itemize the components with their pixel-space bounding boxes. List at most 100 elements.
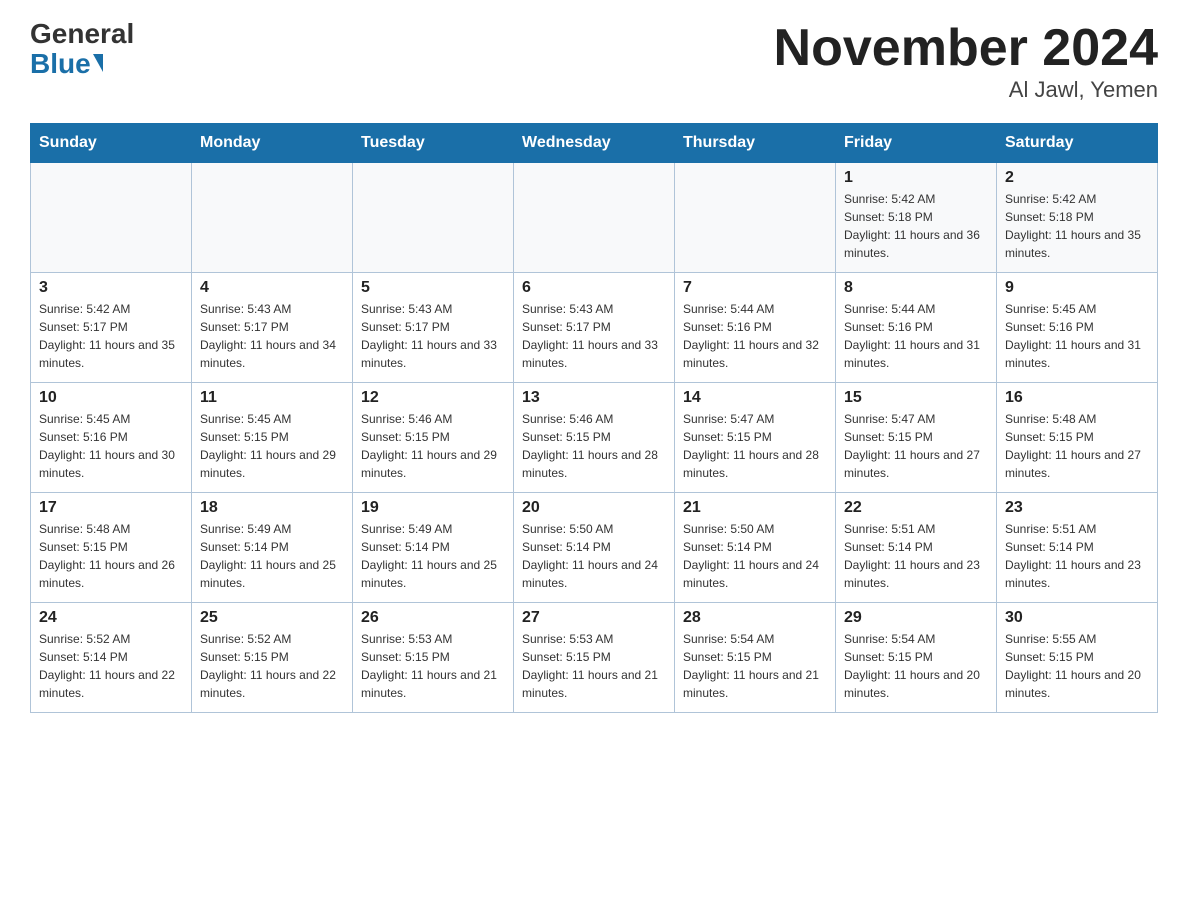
day-sun-info: Sunrise: 5:42 AM Sunset: 5:18 PM Dayligh… (1005, 190, 1149, 262)
day-sun-info: Sunrise: 5:53 AM Sunset: 5:15 PM Dayligh… (522, 630, 666, 702)
calendar-day-cell: 18Sunrise: 5:49 AM Sunset: 5:14 PM Dayli… (192, 493, 353, 603)
day-number: 10 (39, 389, 183, 407)
calendar-day-cell: 10 Sunrise: 5:45 AM Sunset: 5:16 PM Dayli… (31, 383, 192, 493)
day-sun-info: Sunrise: 5:51 AM Sunset: 5:14 PM Dayligh… (1005, 520, 1149, 592)
day-of-week-header: Sunday (31, 124, 192, 163)
day-number: 22 (844, 499, 988, 517)
day-number: 30 (1005, 609, 1149, 627)
calendar-week-row: 1 Sunrise: 5:42 AM Sunset: 5:18 PM Daylig… (31, 163, 1158, 273)
day-number: 5 (361, 279, 505, 297)
logo-triangle-icon (93, 54, 103, 72)
calendar-day-cell: 8 Sunrise: 5:44 AM Sunset: 5:16 PM Daylig… (836, 273, 997, 383)
calendar-day-cell: 4 Sunrise: 5:43 AM Sunset: 5:17 PM Daylig… (192, 273, 353, 383)
calendar-table: SundayMondayTuesdayWednesdayThursdayFrid… (30, 123, 1158, 713)
day-number: 15 (844, 389, 988, 407)
calendar-day-cell: 15Sunrise: 5:47 AM Sunset: 5:15 PM Dayli… (836, 383, 997, 493)
day-of-week-header: Tuesday (353, 124, 514, 163)
day-sun-info: Sunrise: 5:46 AM Sunset: 5:15 PM Dayligh… (361, 410, 505, 482)
day-sun-info: Sunrise: 5:47 AM Sunset: 5:15 PM Dayligh… (683, 410, 827, 482)
calendar-day-cell: 21 Sunrise: 5:50 AM Sunset: 5:14 PM Dayli… (675, 493, 836, 603)
calendar-week-row: 24Sunrise: 5:52 AM Sunset: 5:14 PM Dayli… (31, 603, 1158, 713)
calendar-day-cell: 13 Sunrise: 5:46 AM Sunset: 5:15 PM Dayli… (514, 383, 675, 493)
day-number: 16 (1005, 389, 1149, 407)
day-number: 18 (200, 499, 344, 517)
calendar-day-cell: 30 Sunrise: 5:55 AM Sunset: 5:15 PM Dayli… (997, 603, 1158, 713)
day-sun-info: Sunrise: 5:48 AM Sunset: 5:15 PM Dayligh… (1005, 410, 1149, 482)
calendar-day-cell (514, 163, 675, 273)
day-sun-info: Sunrise: 5:43 AM Sunset: 5:17 PM Dayligh… (200, 300, 344, 372)
day-sun-info: Sunrise: 5:44 AM Sunset: 5:16 PM Dayligh… (844, 300, 988, 372)
calendar-day-cell: 6Sunrise: 5:43 AM Sunset: 5:17 PM Daylig… (514, 273, 675, 383)
day-number: 1 (844, 169, 988, 187)
day-number: 28 (683, 609, 827, 627)
day-sun-info: Sunrise: 5:50 AM Sunset: 5:14 PM Dayligh… (683, 520, 827, 592)
calendar-day-cell: 16 Sunrise: 5:48 AM Sunset: 5:15 PM Dayli… (997, 383, 1158, 493)
calendar-day-cell: 3 Sunrise: 5:42 AM Sunset: 5:17 PM Daylig… (31, 273, 192, 383)
day-sun-info: Sunrise: 5:51 AM Sunset: 5:14 PM Dayligh… (844, 520, 988, 592)
day-sun-info: Sunrise: 5:42 AM Sunset: 5:17 PM Dayligh… (39, 300, 183, 372)
day-sun-info: Sunrise: 5:45 AM Sunset: 5:15 PM Dayligh… (200, 410, 344, 482)
logo-general-text: General (30, 20, 134, 48)
day-sun-info: Sunrise: 5:50 AM Sunset: 5:14 PM Dayligh… (522, 520, 666, 592)
day-of-week-header: Wednesday (514, 124, 675, 163)
calendar-day-cell: 1Sunrise: 5:42 AM Sunset: 5:18 PM Daylig… (836, 163, 997, 273)
day-number: 3 (39, 279, 183, 297)
day-sun-info: Sunrise: 5:52 AM Sunset: 5:15 PM Dayligh… (200, 630, 344, 702)
title-area: November 2024 Al Jawl, Yemen (774, 20, 1158, 103)
day-sun-info: Sunrise: 5:43 AM Sunset: 5:17 PM Dayligh… (361, 300, 505, 372)
calendar-day-cell: 5 Sunrise: 5:43 AM Sunset: 5:17 PM Daylig… (353, 273, 514, 383)
day-number: 26 (361, 609, 505, 627)
day-sun-info: Sunrise: 5:49 AM Sunset: 5:14 PM Dayligh… (361, 520, 505, 592)
calendar-day-cell (353, 163, 514, 273)
day-sun-info: Sunrise: 5:54 AM Sunset: 5:15 PM Dayligh… (844, 630, 988, 702)
day-sun-info: Sunrise: 5:45 AM Sunset: 5:16 PM Dayligh… (39, 410, 183, 482)
calendar-week-row: 17Sunrise: 5:48 AM Sunset: 5:15 PM Dayli… (31, 493, 1158, 603)
day-sun-info: Sunrise: 5:48 AM Sunset: 5:15 PM Dayligh… (39, 520, 183, 592)
day-number: 23 (1005, 499, 1149, 517)
day-sun-info: Sunrise: 5:44 AM Sunset: 5:16 PM Dayligh… (683, 300, 827, 372)
calendar-day-cell: 19 Sunrise: 5:49 AM Sunset: 5:14 PM Dayli… (353, 493, 514, 603)
calendar-day-cell: 11 Sunrise: 5:45 AM Sunset: 5:15 PM Dayli… (192, 383, 353, 493)
day-number: 24 (39, 609, 183, 627)
calendar-week-row: 3 Sunrise: 5:42 AM Sunset: 5:17 PM Daylig… (31, 273, 1158, 383)
day-number: 21 (683, 499, 827, 517)
day-sun-info: Sunrise: 5:45 AM Sunset: 5:16 PM Dayligh… (1005, 300, 1149, 372)
calendar-day-cell (675, 163, 836, 273)
calendar-day-cell (192, 163, 353, 273)
day-of-week-header: Thursday (675, 124, 836, 163)
calendar-day-cell: 17Sunrise: 5:48 AM Sunset: 5:15 PM Dayli… (31, 493, 192, 603)
day-sun-info: Sunrise: 5:55 AM Sunset: 5:15 PM Dayligh… (1005, 630, 1149, 702)
day-number: 19 (361, 499, 505, 517)
day-of-week-header: Friday (836, 124, 997, 163)
calendar-day-cell: 22 Sunrise: 5:51 AM Sunset: 5:14 PM Dayli… (836, 493, 997, 603)
month-title: November 2024 (774, 20, 1158, 77)
day-number: 13 (522, 389, 666, 407)
day-number: 7 (683, 279, 827, 297)
page-header: General Blue November 2024 Al Jawl, Yeme… (30, 20, 1158, 103)
day-of-week-header: Monday (192, 124, 353, 163)
day-number: 8 (844, 279, 988, 297)
location-subtitle: Al Jawl, Yemen (774, 77, 1158, 103)
calendar-day-cell: 7 Sunrise: 5:44 AM Sunset: 5:16 PM Daylig… (675, 273, 836, 383)
calendar-header-row: SundayMondayTuesdayWednesdayThursdayFrid… (31, 124, 1158, 163)
calendar-day-cell: 29Sunrise: 5:54 AM Sunset: 5:15 PM Dayli… (836, 603, 997, 713)
day-number: 4 (200, 279, 344, 297)
calendar-day-cell: 25Sunrise: 5:52 AM Sunset: 5:15 PM Dayli… (192, 603, 353, 713)
logo: General Blue (30, 20, 134, 80)
day-number: 14 (683, 389, 827, 407)
day-number: 9 (1005, 279, 1149, 297)
day-of-week-header: Saturday (997, 124, 1158, 163)
day-number: 2 (1005, 169, 1149, 187)
calendar-week-row: 10 Sunrise: 5:45 AM Sunset: 5:16 PM Dayli… (31, 383, 1158, 493)
logo-blue-text: Blue (30, 48, 103, 80)
calendar-day-cell: 26Sunrise: 5:53 AM Sunset: 5:15 PM Dayli… (353, 603, 514, 713)
calendar-day-cell: 2 Sunrise: 5:42 AM Sunset: 5:18 PM Daylig… (997, 163, 1158, 273)
calendar-day-cell: 9 Sunrise: 5:45 AM Sunset: 5:16 PM Daylig… (997, 273, 1158, 383)
calendar-day-cell (31, 163, 192, 273)
day-number: 11 (200, 389, 344, 407)
calendar-day-cell: 20Sunrise: 5:50 AM Sunset: 5:14 PM Dayli… (514, 493, 675, 603)
day-sun-info: Sunrise: 5:54 AM Sunset: 5:15 PM Dayligh… (683, 630, 827, 702)
day-number: 12 (361, 389, 505, 407)
day-sun-info: Sunrise: 5:46 AM Sunset: 5:15 PM Dayligh… (522, 410, 666, 482)
day-number: 6 (522, 279, 666, 297)
